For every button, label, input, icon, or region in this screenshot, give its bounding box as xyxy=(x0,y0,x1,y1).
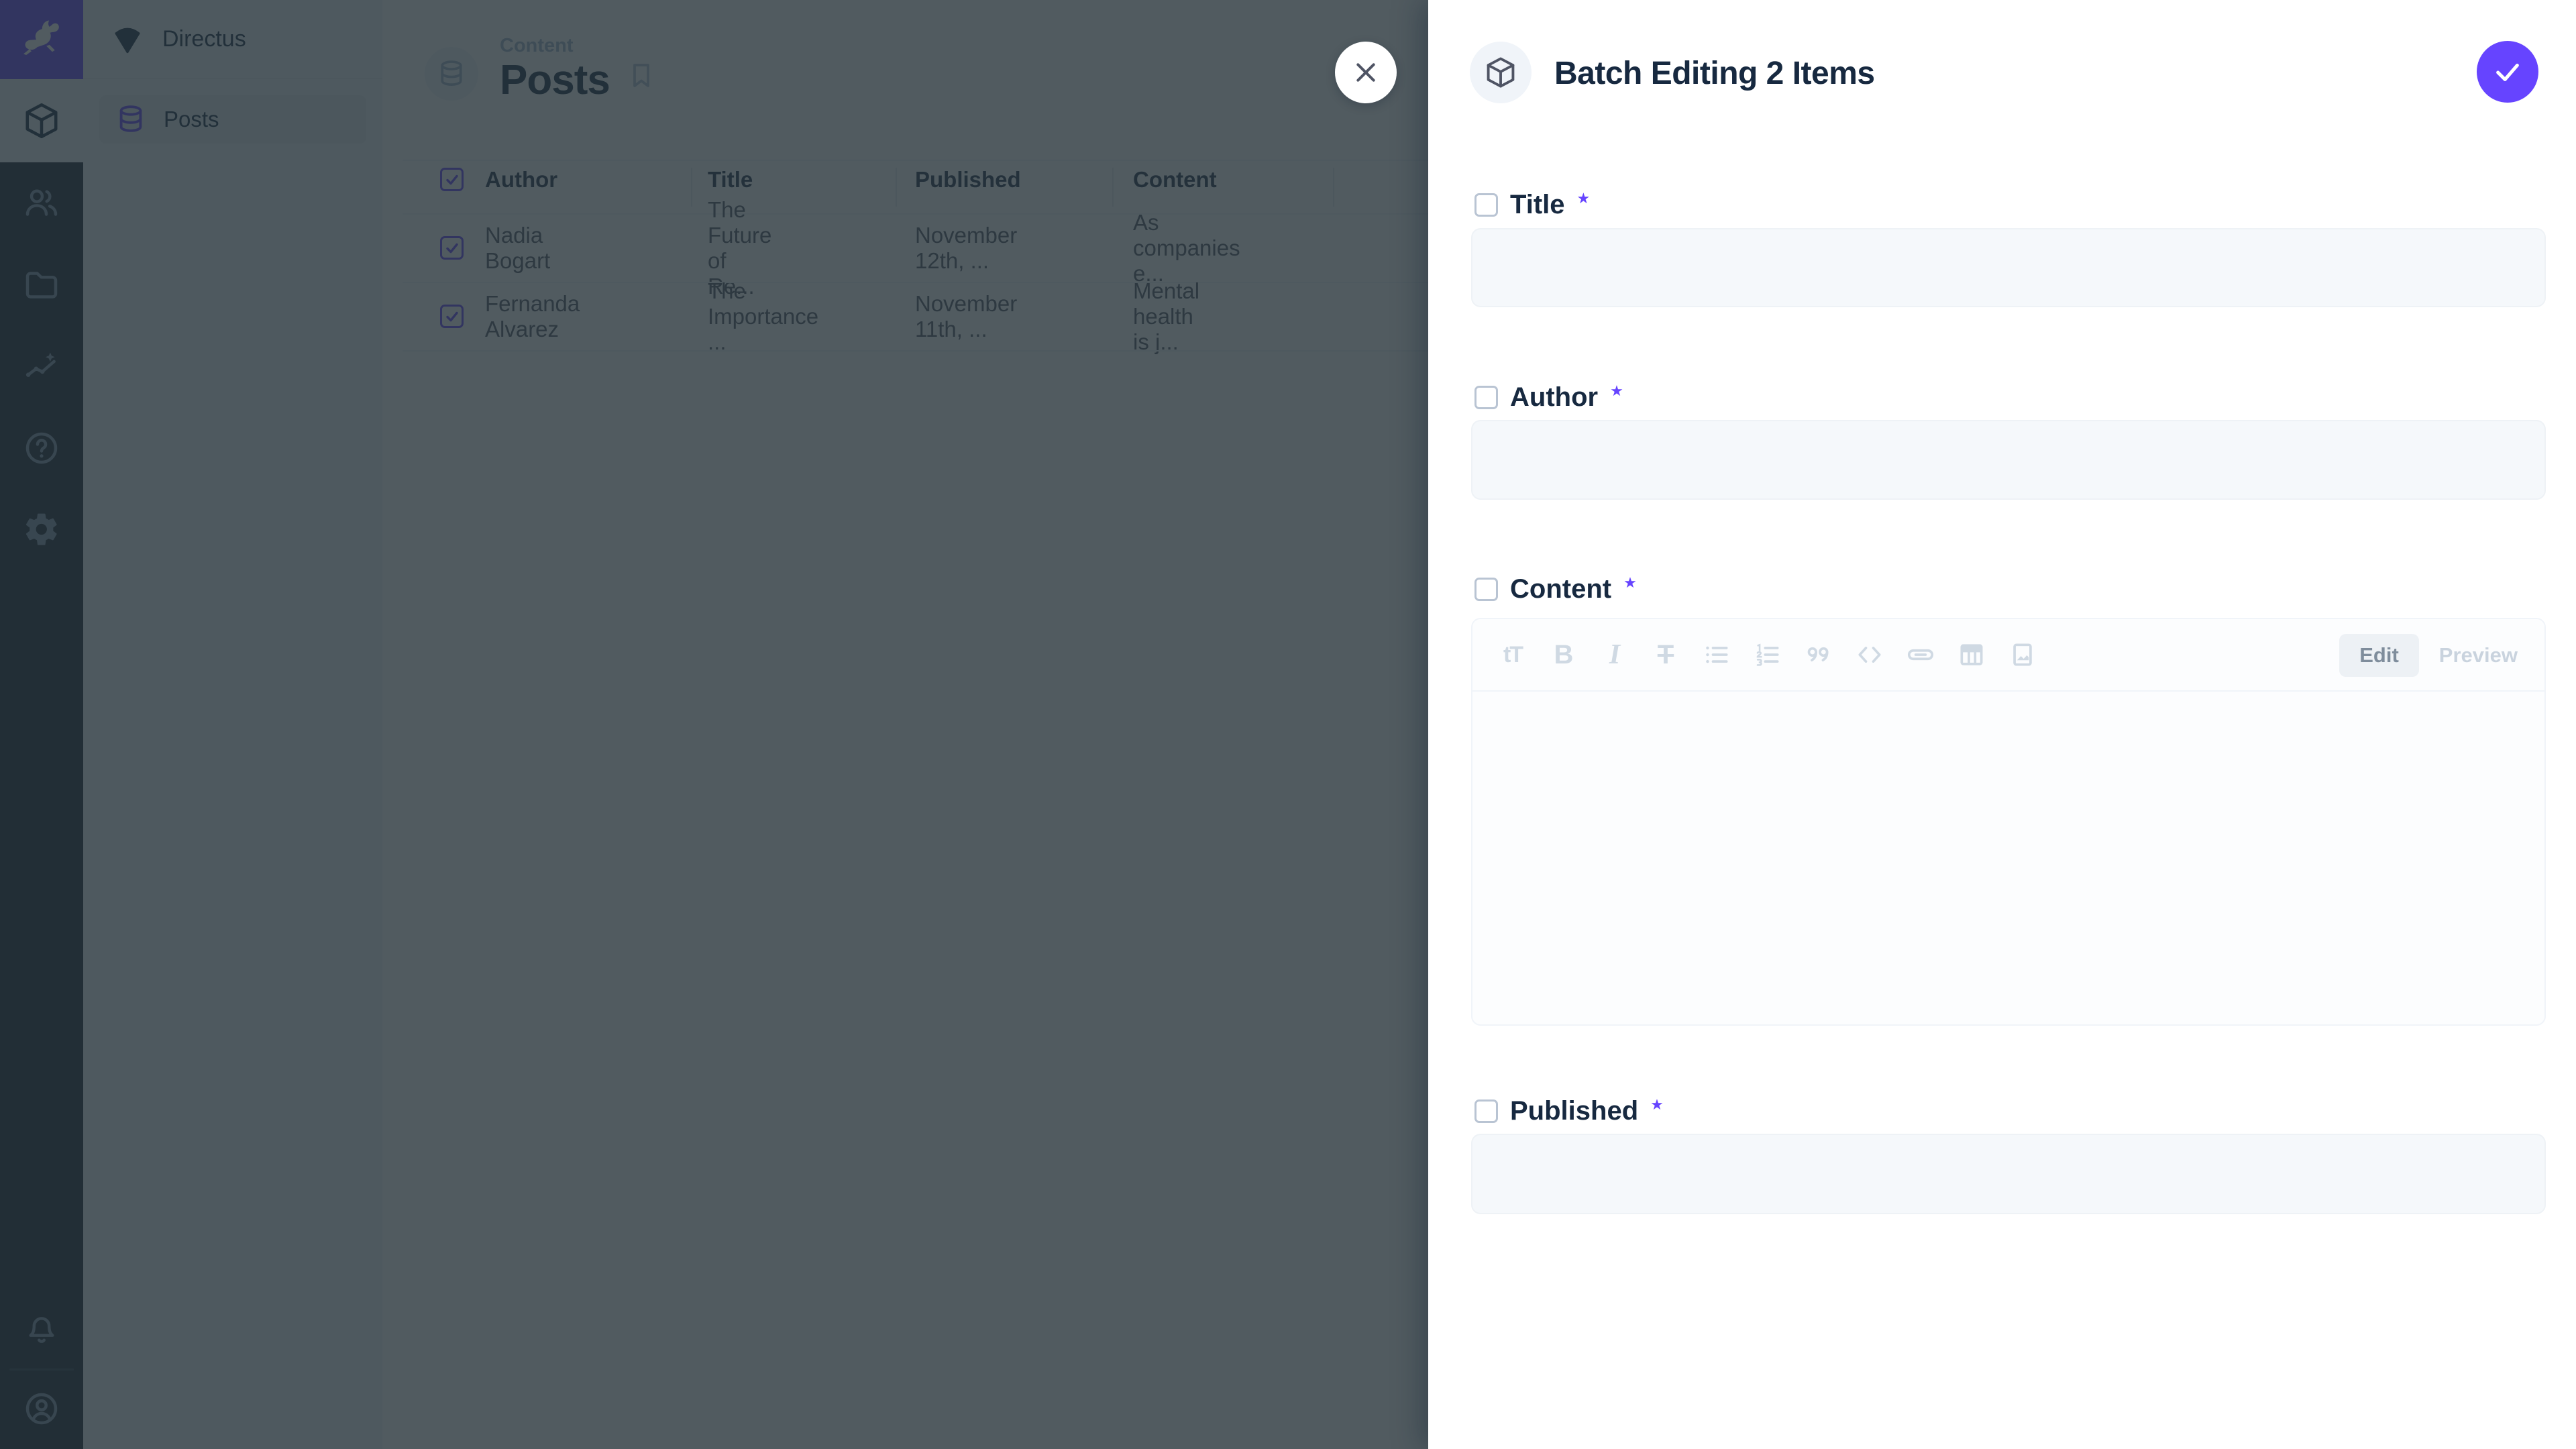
modal-overlay[interactable] xyxy=(0,0,1428,1449)
heading-icon[interactable]: tT xyxy=(1487,629,1538,680)
save-button[interactable] xyxy=(2477,41,2538,103)
table-icon[interactable] xyxy=(1946,629,1997,680)
directus-app: Directus Posts Content xyxy=(0,0,2576,1449)
drawer-title-icon xyxy=(1470,42,1532,103)
link-icon[interactable] xyxy=(1895,629,1946,680)
batch-field-checkbox[interactable] xyxy=(1474,578,1498,601)
strikethrough-icon[interactable]: T xyxy=(1640,629,1691,680)
box-icon xyxy=(1483,55,1518,90)
tab-preview[interactable]: Preview xyxy=(2439,643,2527,667)
bold-icon[interactable]: B xyxy=(1538,629,1589,680)
batch-field-checkbox[interactable] xyxy=(1474,1099,1498,1123)
field-label-content: Content ★ xyxy=(1474,576,1637,602)
required-icon: ★ xyxy=(1610,382,1623,400)
markdown-toolbar: tT B I T xyxy=(1472,619,2544,692)
required-icon: ★ xyxy=(1623,574,1637,592)
required-icon: ★ xyxy=(1577,190,1591,207)
editor-mode-tabs: Edit Preview xyxy=(2339,634,2527,677)
published-input[interactable] xyxy=(1471,1134,2546,1214)
italic-icon[interactable]: I xyxy=(1589,629,1640,680)
tab-edit[interactable]: Edit xyxy=(2339,634,2419,677)
batch-field-checkbox[interactable] xyxy=(1474,386,1498,409)
required-icon: ★ xyxy=(1650,1096,1664,1114)
check-icon xyxy=(2492,56,2523,87)
image-icon[interactable] xyxy=(1997,629,2048,680)
quote-icon[interactable] xyxy=(1793,629,1844,680)
field-label-published: Published ★ xyxy=(1474,1097,1664,1124)
close-icon xyxy=(1352,59,1379,86)
batch-edit-drawer: Batch Editing 2 Items Title ★ Author ★ C… xyxy=(1428,0,2576,1449)
title-input[interactable] xyxy=(1471,228,2546,307)
numbered-list-icon[interactable] xyxy=(1742,629,1793,680)
field-label-author: Author ★ xyxy=(1474,384,1623,411)
content-markdown-editor[interactable]: tT B I T xyxy=(1471,618,2546,1026)
drawer-title: Batch Editing 2 Items xyxy=(1554,55,1875,92)
field-label-title: Title ★ xyxy=(1474,191,1590,218)
bullet-list-icon[interactable] xyxy=(1691,629,1742,680)
close-drawer-button[interactable] xyxy=(1335,42,1397,103)
batch-field-checkbox[interactable] xyxy=(1474,193,1498,217)
code-icon[interactable] xyxy=(1844,629,1895,680)
author-input[interactable] xyxy=(1471,420,2546,500)
